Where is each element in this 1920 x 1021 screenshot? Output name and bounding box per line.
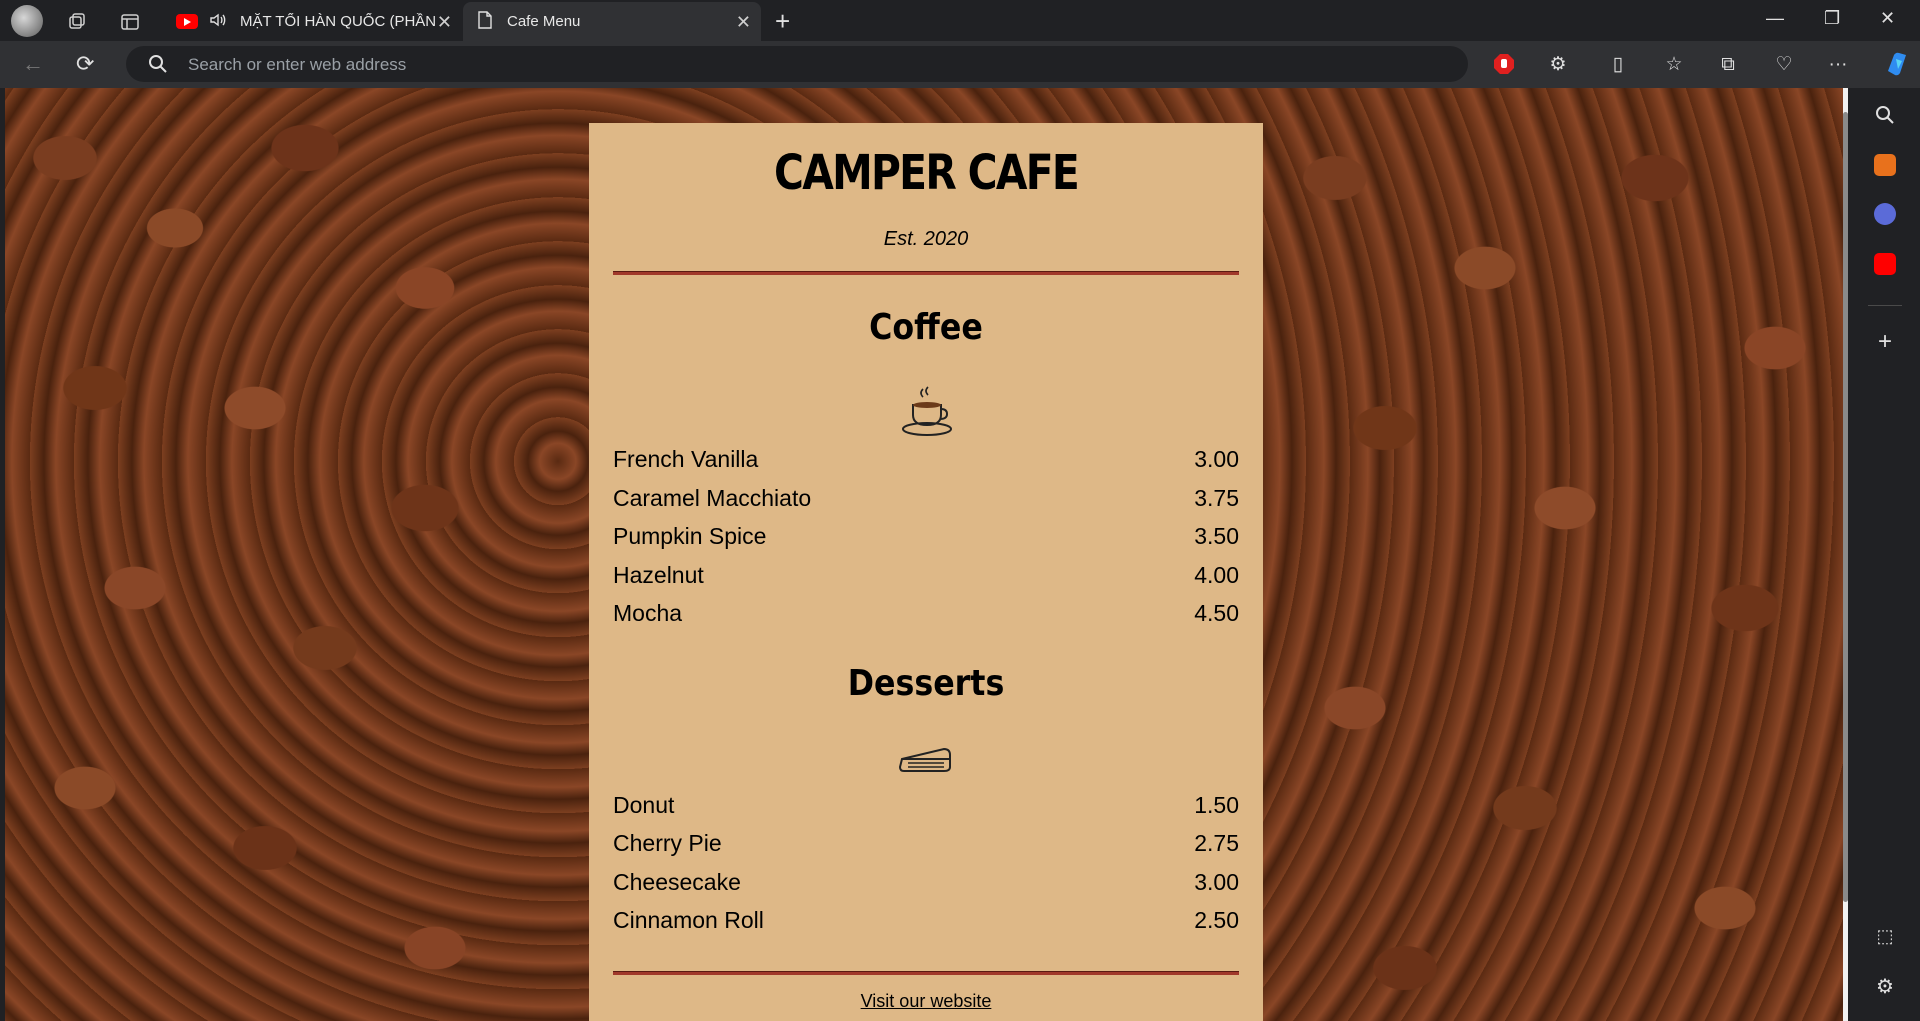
- item-price: 3.00: [1194, 446, 1239, 472]
- address-bar[interactable]: [126, 46, 1468, 84]
- item-name: Pumpkin Spice: [613, 523, 767, 549]
- add-icon[interactable]: +: [1874, 330, 1896, 354]
- workspaces-icon[interactable]: [63, 8, 91, 36]
- collections-icon[interactable]: ⧉: [1716, 53, 1740, 77]
- item-price: 3.75: [1194, 485, 1239, 511]
- tools-icon[interactable]: [1874, 154, 1896, 176]
- tab-title: Cafe Menu: [507, 13, 581, 30]
- coffee-cup-icon: [901, 385, 953, 442]
- item-name: Hazelnut: [613, 562, 704, 588]
- copilot-icon[interactable]: [1882, 49, 1906, 76]
- address-input[interactable]: [186, 46, 1390, 84]
- favorites-icon[interactable]: ☆: [1662, 53, 1686, 77]
- divider: [613, 271, 1239, 275]
- established-text: Est. 2020: [883, 228, 969, 250]
- item-price: 4.50: [1194, 600, 1239, 626]
- item-name: Mocha: [613, 600, 683, 626]
- office-icon[interactable]: [1874, 203, 1896, 225]
- item-name: Cheesecake: [613, 869, 741, 895]
- item-price: 1.50: [1194, 792, 1239, 818]
- speaker-icon[interactable]: [208, 10, 228, 34]
- item-name: French Vanilla: [613, 446, 759, 472]
- browser-toolbar: ← ⟳ ⚙ ▯ ☆ ⧉ ♡ ···: [0, 41, 1920, 88]
- item-price: 3.50: [1194, 523, 1239, 549]
- coffee-heading: Coffee: [869, 307, 983, 348]
- item-price: 2.50: [1194, 907, 1239, 933]
- cafe-title: CAMPER CAFE: [773, 145, 1080, 201]
- more-options-icon[interactable]: ···: [1826, 53, 1850, 77]
- item-name: Caramel Macchiato: [613, 485, 812, 511]
- pie-slice-icon: [898, 741, 954, 782]
- close-tab-icon[interactable]: ✕: [736, 12, 751, 33]
- minimize-icon[interactable]: —: [1766, 8, 1784, 29]
- tab-title: MẶT TỐI HÀN QUỐC (PHẦN: [240, 13, 437, 30]
- adblock-extension-icon[interactable]: [1492, 53, 1516, 77]
- menu-card: CAMPER CAFE Est. 2020 Coffee French Vani…: [589, 123, 1263, 1021]
- page-icon: [477, 10, 493, 33]
- item-price: 2.75: [1194, 830, 1239, 856]
- visit-website-link[interactable]: Visit our website: [589, 991, 1263, 1012]
- browser-title-bar: MẶT TỐI HÀN QUỐC (PHẦN ✕ Cafe Menu ✕ + —…: [0, 0, 1920, 41]
- tab-youtube[interactable]: MẶT TỐI HÀN QUỐC (PHẦN ✕: [168, 2, 462, 41]
- item-price: 3.00: [1194, 869, 1239, 895]
- back-icon[interactable]: ←: [22, 51, 44, 77]
- divider: [613, 971, 1239, 975]
- item-name: Cinnamon Roll: [613, 907, 764, 933]
- youtube-icon: [176, 14, 198, 29]
- edge-sidebar: + ⬚ ⚙: [1848, 88, 1920, 1021]
- close-window-icon[interactable]: ✕: [1880, 8, 1895, 29]
- settings-gear-icon[interactable]: ⚙: [1874, 974, 1896, 998]
- screenshot-icon[interactable]: ⬚: [1874, 926, 1896, 948]
- desserts-heading: Desserts: [847, 663, 1005, 704]
- split-screen-icon[interactable]: ▯: [1606, 53, 1630, 77]
- restore-icon[interactable]: ❐: [1824, 8, 1840, 29]
- search-icon: [149, 55, 167, 73]
- refresh-icon[interactable]: ⟳: [76, 51, 94, 77]
- youtube-icon[interactable]: [1874, 253, 1896, 275]
- extensions-icon[interactable]: ⚙: [1546, 53, 1570, 77]
- browser-essentials-icon[interactable]: ♡: [1772, 53, 1796, 77]
- new-tab-icon[interactable]: +: [775, 6, 790, 37]
- profile-avatar[interactable]: [11, 5, 43, 37]
- item-name: Cherry Pie: [613, 830, 722, 856]
- item-price: 4.00: [1194, 562, 1239, 588]
- search-icon[interactable]: [1874, 104, 1896, 126]
- item-name: Donut: [613, 792, 675, 818]
- close-tab-icon[interactable]: ✕: [437, 12, 452, 33]
- sidebar-divider: [1868, 305, 1902, 306]
- tab-cafe-menu[interactable]: Cafe Menu ✕: [463, 2, 761, 41]
- vertical-tabs-icon[interactable]: [116, 8, 144, 36]
